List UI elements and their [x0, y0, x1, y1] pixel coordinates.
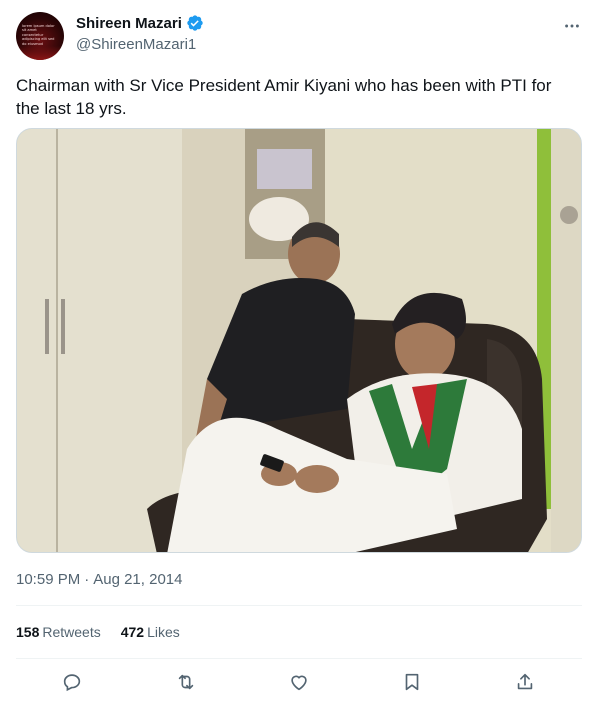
likes-label: Likes — [147, 624, 180, 640]
avatar-text: lorem ipsum dolor sit amet consectetur a… — [22, 24, 55, 46]
likes-stat[interactable]: 472 Likes — [121, 624, 180, 640]
retweets-count: 158 — [16, 624, 40, 640]
name-row: Shireen Mazari — [76, 14, 204, 32]
share-icon[interactable] — [511, 668, 539, 696]
reply-icon[interactable] — [58, 668, 86, 696]
tweet-text: Chairman with Sr Vice President Amir Kiy… — [16, 76, 552, 118]
tweet-time: 10:59 PM — [16, 571, 81, 588]
divider — [16, 605, 582, 606]
avatar[interactable]: lorem ipsum dolor sit amet consectetur a… — [16, 12, 64, 60]
display-name[interactable]: Shireen Mazari — [76, 15, 182, 32]
retweet-icon[interactable] — [172, 668, 200, 696]
divider — [16, 658, 582, 659]
action-bar — [16, 668, 582, 696]
verified-badge-icon — [186, 14, 204, 32]
engagement-stats: 158 Retweets 472 Likes — [16, 624, 200, 640]
timestamp[interactable]: 10:59 PM · Aug 21, 2014 — [16, 571, 182, 588]
retweets-label: Retweets — [42, 624, 101, 640]
tweet-date: Aug 21, 2014 — [93, 571, 183, 588]
more-options-icon[interactable] — [562, 16, 582, 36]
bookmark-icon[interactable] — [398, 668, 426, 696]
retweets-stat[interactable]: 158 Retweets — [16, 624, 101, 640]
timestamp-separator: · — [84, 571, 90, 588]
handle[interactable]: @ShireenMazari1 — [76, 36, 196, 53]
photo-illustration — [17, 129, 581, 552]
tweet-header: lorem ipsum dolor sit amet consectetur a… — [16, 12, 582, 60]
heart-icon[interactable] — [285, 668, 313, 696]
tweet-photo[interactable] — [16, 128, 582, 553]
avatar-crowd-graphic — [16, 46, 64, 60]
likes-count: 472 — [120, 624, 145, 640]
